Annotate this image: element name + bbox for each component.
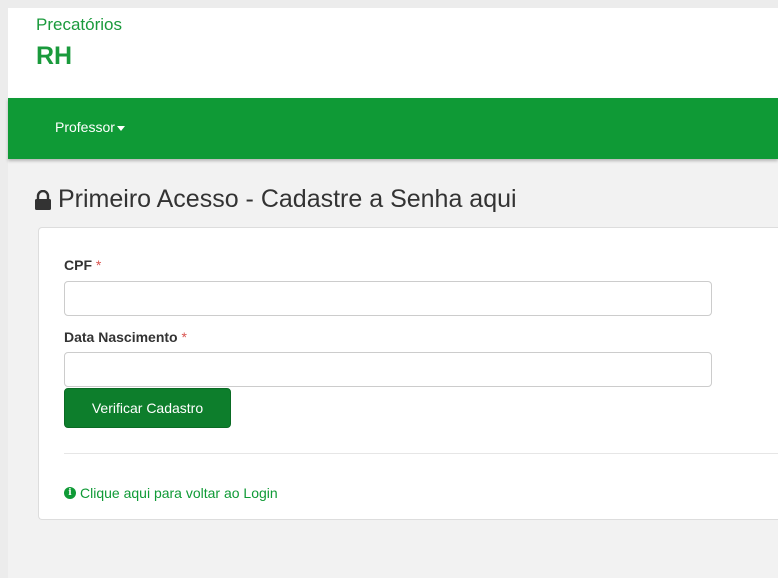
main-navbar: Professor [8, 98, 778, 159]
verify-registration-button[interactable]: Verificar Cadastro [64, 388, 231, 428]
required-marker: * [95, 257, 102, 273]
cpf-label: CPF * [64, 257, 101, 273]
page: Precatórios RH Professor Primeiro Acesso… [8, 8, 778, 578]
first-access-form: CPF * Data Nascimento * Verificar Cadast… [38, 227, 778, 520]
back-to-login-link[interactable]: i Clique aqui para voltar ao Login [64, 485, 278, 501]
info-circle-icon: i [64, 487, 76, 499]
required-marker: * [181, 329, 187, 345]
birth-date-input[interactable] [64, 352, 712, 387]
nav-item-professor[interactable]: Professor [55, 119, 125, 135]
page-title-text: Primeiro Acesso - Cadastre a Senha aqui [58, 185, 517, 213]
brand-subtitle: RH [36, 42, 73, 70]
back-to-login-label: Clique aqui para voltar ao Login [80, 485, 278, 501]
page-title: Primeiro Acesso - Cadastre a Senha aqui [34, 185, 517, 214]
cpf-input[interactable] [64, 281, 712, 316]
birth-date-label-text: Data Nascimento [64, 329, 178, 345]
brand-header: Precatórios RH [8, 8, 778, 98]
nav-item-label: Professor [55, 119, 115, 135]
divider [64, 453, 778, 454]
lock-icon [35, 189, 51, 210]
caret-down-icon [116, 125, 125, 131]
cpf-label-text: CPF [64, 257, 92, 273]
brand-title: Precatórios [36, 15, 122, 34]
birth-date-label: Data Nascimento * [64, 329, 187, 345]
